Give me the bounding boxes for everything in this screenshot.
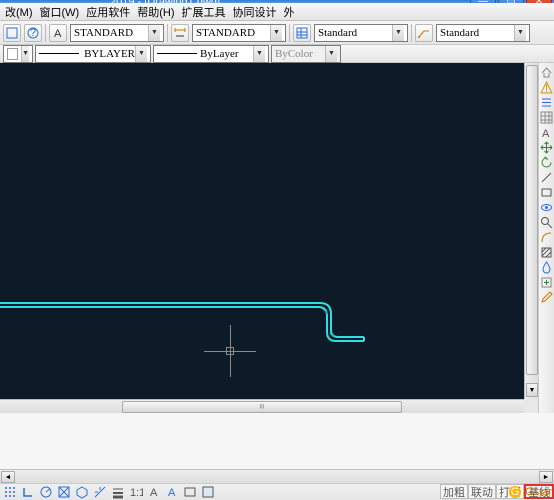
tool-add-icon[interactable] [540, 275, 554, 289]
tool-search-icon[interactable] [540, 215, 554, 229]
lineweight-combo[interactable]: BYLAYER▼ [35, 45, 151, 63]
tool-line-icon[interactable] [540, 170, 554, 184]
chevron-down-icon: ▼ [270, 25, 282, 41]
text-style-combo[interactable]: STANDARD▼ [70, 24, 164, 42]
osnap-icon[interactable] [56, 484, 71, 499]
otrack-icon[interactable] [92, 484, 107, 499]
tool-move-icon[interactable] [540, 140, 554, 154]
dim-style-value: STANDARD [196, 27, 270, 39]
tool-rect-icon[interactable] [540, 185, 554, 199]
scroll-down-button[interactable]: ▼ [526, 383, 538, 397]
text-style-value: STANDARD [74, 27, 148, 39]
ortho-icon[interactable] [20, 484, 35, 499]
menu-window[interactable]: 窗口(W) [37, 4, 84, 20]
svg-text:1:1: 1:1 [130, 487, 143, 499]
properties-toolbar: ▼ BYLAYER▼ ByLayer▼ ByColor▼ [0, 45, 554, 63]
scroll-right-button[interactable]: ► [539, 471, 553, 483]
svg-text:A: A [54, 28, 62, 39]
menu-ext-tools[interactable]: 扩展工具 [179, 4, 230, 20]
lwt-icon[interactable] [110, 484, 125, 499]
osnap3d-icon[interactable] [74, 484, 89, 499]
mleader-style-combo[interactable]: Standard▼ [436, 24, 530, 42]
tablet-icon[interactable] [182, 484, 197, 499]
chevron-down-icon: ▼ [392, 25, 404, 41]
scale-11-icon[interactable]: 1:1 [128, 484, 143, 499]
linetype-value: ByLayer [200, 48, 253, 60]
dim-style-icon[interactable] [171, 24, 189, 42]
chevron-down-icon: ▼ [514, 25, 526, 41]
tool-text-icon[interactable]: A [540, 125, 554, 139]
snap-grid-icon[interactable] [2, 484, 17, 499]
lineweight-preview [39, 53, 79, 54]
tool-eye-icon[interactable] [540, 200, 554, 214]
horizontal-scroll-thumb[interactable] [122, 401, 402, 413]
mleader-style-value: Standard [440, 27, 514, 39]
status-bold[interactable]: 加粗 [440, 484, 468, 499]
tool-warning-icon[interactable]: ! [540, 80, 554, 94]
tool-home-icon[interactable] [540, 65, 554, 79]
tool-grid-icon[interactable] [540, 110, 554, 124]
style-toolbar: ? A STANDARD▼ STANDARD▼ Standard▼ Standa… [0, 21, 554, 45]
menu-collab[interactable]: 协同设计 [230, 4, 281, 20]
gstar-label: Gstar [525, 486, 552, 498]
text-a-icon[interactable]: A [146, 484, 161, 499]
menu-apps[interactable]: 应用软件 [83, 4, 134, 20]
vertical-scroll-thumb[interactable] [526, 65, 538, 375]
linetype-preview [157, 53, 197, 54]
menu-modify[interactable]: 改(M) [2, 4, 37, 20]
tool-hatch-icon[interactable] [540, 245, 554, 259]
gstar-icon: G [508, 485, 522, 499]
linetype-combo[interactable]: ByLayer▼ [153, 45, 269, 63]
menu-extra[interactable]: 外 [281, 4, 299, 20]
svg-text:!: ! [545, 83, 548, 94]
mleader-style-icon[interactable] [415, 24, 433, 42]
help-icon[interactable]: ? [24, 24, 42, 42]
menu-bar: 改(M) 窗口(W) 应用软件 帮助(H) 扩展工具 协同设计 外 [0, 3, 554, 21]
svg-text:A: A [150, 487, 158, 499]
scroll-left-button[interactable]: ◄ [1, 471, 15, 483]
tool-pencil-icon[interactable] [540, 290, 554, 304]
chevron-down-icon: ▼ [135, 46, 147, 62]
drawing-canvas[interactable] [0, 63, 524, 399]
svg-text:?: ? [30, 27, 36, 39]
command-scrollbar[interactable]: ◄ ► [0, 470, 554, 484]
plotstyle-value: ByColor [275, 48, 325, 60]
tool-arc-icon[interactable] [540, 230, 554, 244]
lineweight-value: BYLAYER [82, 48, 135, 60]
tool-list-icon[interactable] [540, 95, 554, 109]
model-icon[interactable] [200, 484, 215, 499]
right-tool-palette: ! A [538, 63, 554, 469]
svg-text:A: A [542, 128, 550, 139]
svg-text:G: G [511, 486, 520, 498]
chevron-down-icon: ▼ [253, 46, 265, 62]
menu-help[interactable]: 帮助(H) [134, 4, 178, 20]
chevron-down-icon: ▼ [21, 46, 29, 62]
toolbar-icon-1[interactable] [3, 24, 21, 42]
svg-text:A: A [168, 487, 176, 499]
command-area[interactable] [0, 413, 554, 469]
chevron-down-icon: ▼ [325, 46, 337, 62]
text-a2-icon[interactable]: A [164, 484, 179, 499]
drawing-content [0, 63, 524, 399]
drawing-area-wrap [0, 63, 524, 413]
status-link[interactable]: 联动 [468, 484, 496, 499]
table-style-combo[interactable]: Standard▼ [314, 24, 408, 42]
plotstyle-combo[interactable]: ByColor▼ [271, 45, 341, 63]
text-style-icon[interactable]: A [49, 24, 67, 42]
polar-icon[interactable] [38, 484, 53, 499]
vertical-scrollbar[interactable]: ▼ [524, 63, 538, 399]
horizontal-scrollbar[interactable] [0, 399, 524, 413]
table-style-value: Standard [318, 27, 392, 39]
tool-drop-icon[interactable] [540, 260, 554, 274]
status-bar-icons: 1:1 A A [0, 484, 215, 499]
table-style-icon[interactable] [293, 24, 311, 42]
status-bar: ◄ ► 1:1 A A 加粗 联动 打断 基线 G Gstar [0, 469, 554, 500]
color-combo[interactable]: ▼ [3, 45, 33, 63]
chevron-down-icon: ▼ [148, 25, 160, 41]
dim-style-combo[interactable]: STANDARD▼ [192, 24, 286, 42]
color-swatch [7, 48, 18, 60]
tool-rotate-icon[interactable] [540, 155, 554, 169]
